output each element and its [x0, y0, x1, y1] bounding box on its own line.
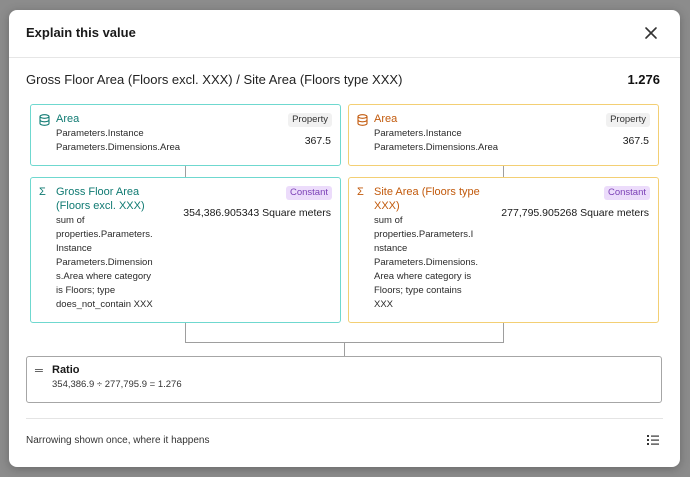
database-icon [39, 114, 50, 129]
left-constant-desc-line: s.Area where category [56, 271, 152, 282]
right-property-card: Area Parameters.Instance Parameters.Dime… [348, 104, 659, 166]
connector-line [503, 323, 504, 343]
list-toggle-button[interactable] [646, 433, 660, 447]
sigma-icon: Σ [39, 186, 46, 198]
right-constant-desc-line: nstance [374, 243, 408, 254]
right-constant-desc-line: Parameters.Dimensions. [374, 257, 479, 268]
left-constant-title-1: Gross Floor Area [56, 186, 140, 198]
constant-badge: Constant [603, 186, 650, 200]
left-constant-desc-line: properties.Parameters. [56, 229, 153, 240]
left-constant-card: Σ Gross Floor Area (Floors excl. XXX) su… [30, 177, 341, 323]
property-badge: Property [606, 113, 650, 127]
right-constant-title-1: Site Area (Floors type [374, 186, 480, 198]
expression-text: Gross Floor Area (Floors excl. XXX) / Si… [26, 72, 403, 87]
left-property-path-2: Parameters.Dimensions.Area [56, 142, 181, 153]
left-property-path-1: Parameters.Instance [56, 128, 144, 139]
left-constant-value: 354,386.905343 Square meters [183, 207, 331, 219]
close-icon [645, 27, 657, 39]
left-constant-desc-line: sum of [56, 215, 85, 226]
right-property-title: Area [374, 113, 398, 125]
right-constant-desc-line: sum of [374, 215, 403, 226]
connector-line [503, 166, 504, 177]
explain-value-dialog: Explain this value Gross Floor Area (Flo… [9, 10, 680, 467]
dialog-title: Explain this value [26, 25, 136, 40]
ratio-title: Ratio [52, 364, 80, 376]
expression-value: 1.276 [627, 72, 660, 87]
connector-line [344, 342, 345, 356]
expression-row: Gross Floor Area (Floors excl. XXX) / Si… [26, 72, 663, 90]
left-constant-desc-line: is Floors; type [56, 285, 116, 296]
right-constant-desc-line: Floors; type contains [374, 285, 462, 296]
right-constant-desc-line: Area where category is [374, 271, 472, 282]
right-constant-desc-line: XXX [374, 299, 394, 310]
right-property-path-1: Parameters.Instance [374, 128, 462, 139]
ratio-formula: 354,386.9 ÷ 277,795.9 = 1.276 [52, 379, 182, 390]
ratio-card: ═ Ratio 354,386.9 ÷ 277,795.9 = 1.276 [26, 356, 662, 403]
sigma-icon: Σ [357, 186, 364, 198]
footer-note: Narrowing shown once, where it happens [26, 435, 210, 446]
right-property-value: 367.5 [622, 135, 649, 147]
right-constant-value: 277,795.905268 Square meters [501, 207, 649, 219]
list-icon [647, 435, 659, 445]
constant-badge: Constant [285, 186, 332, 200]
database-icon [357, 114, 368, 129]
left-property-title: Area [56, 113, 80, 125]
right-constant-title-2: XXX) [374, 200, 400, 212]
left-constant-desc-line: does_not_contain XXX [56, 299, 153, 310]
close-button[interactable] [642, 24, 660, 42]
right-constant-desc-line: properties.Parameters.I [374, 229, 474, 240]
right-constant-card: Σ Site Area (Floors type XXX) sum of pro… [348, 177, 659, 323]
footer-divider [26, 418, 663, 419]
left-constant-desc-line: Instance [56, 243, 92, 254]
dialog-header: Explain this value [9, 10, 680, 58]
left-property-card: Area Parameters.Instance Parameters.Dime… [30, 104, 341, 166]
right-property-path-2: Parameters.Dimensions.Area [374, 142, 499, 153]
property-badge: Property [288, 113, 332, 127]
left-constant-title-2: (Floors excl. XXX) [56, 200, 145, 212]
connector-line [185, 323, 186, 343]
connector-line [185, 166, 186, 177]
left-property-value: 367.5 [304, 135, 331, 147]
left-constant-desc-line: Parameters.Dimension [56, 257, 153, 268]
equals-icon: ═ [35, 365, 43, 377]
